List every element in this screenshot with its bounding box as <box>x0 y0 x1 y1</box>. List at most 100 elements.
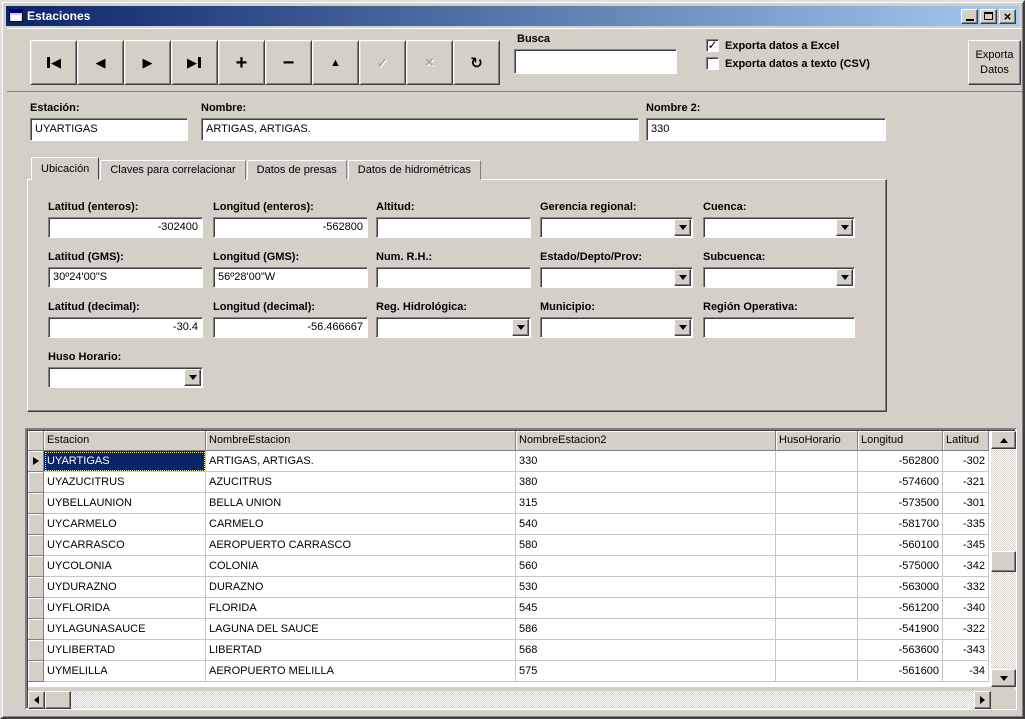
insert-button[interactable]: + <box>218 40 265 85</box>
dropdown-button[interactable] <box>674 269 691 286</box>
cell-nombreestacion[interactable]: DURAZNO <box>206 577 516 598</box>
vertical-scrollbar[interactable] <box>991 431 1016 687</box>
cell-husohorario[interactable] <box>776 577 858 598</box>
row-indicator[interactable] <box>28 598 44 619</box>
cell-longitud[interactable]: -561200 <box>858 598 943 619</box>
checkbox-excel[interactable]: ✓ Exporta datos a Excel <box>706 39 839 52</box>
estacion-input[interactable]: UYARTIGAS <box>30 118 188 141</box>
cell-nombreestacion2[interactable]: 380 <box>516 472 776 493</box>
refresh-button[interactable]: ↻ <box>453 40 500 85</box>
nombre2-input[interactable]: 330 <box>646 118 886 141</box>
minimize-button[interactable] <box>961 9 978 24</box>
dropdown-button[interactable] <box>674 319 691 336</box>
scroll-left-button[interactable] <box>28 691 45 709</box>
cell-nombreestacion[interactable]: AZUCITRUS <box>206 472 516 493</box>
cell-estacion[interactable]: UYFLORIDA <box>44 598 206 619</box>
cell-nombreestacion[interactable]: BELLA UNION <box>206 493 516 514</box>
cell-nombreestacion[interactable]: COLONIA <box>206 556 516 577</box>
cell-nombreestacion2[interactable]: 540 <box>516 514 776 535</box>
cell-husohorario[interactable] <box>776 493 858 514</box>
cell-husohorario[interactable] <box>776 535 858 556</box>
post-button[interactable]: ✓ <box>359 40 406 85</box>
altitud-input[interactable] <box>376 217 531 238</box>
cuenca-select[interactable] <box>703 217 855 238</box>
cell-estacion[interactable]: UYAZUCITRUS <box>44 472 206 493</box>
row-indicator[interactable] <box>28 514 44 535</box>
last-button[interactable]: ▶ <box>171 40 218 85</box>
estado-depto-prov-select[interactable] <box>540 267 693 288</box>
row-indicator[interactable] <box>28 451 44 472</box>
cell-longitud[interactable]: -574600 <box>858 472 943 493</box>
cell-latitud[interactable]: -343 <box>943 640 989 661</box>
cell-nombreestacion[interactable]: LAGUNA DEL SAUCE <box>206 619 516 640</box>
cell-nombreestacion2[interactable]: 580 <box>516 535 776 556</box>
close-button[interactable]: × <box>999 9 1016 24</box>
cell-husohorario[interactable] <box>776 514 858 535</box>
cell-longitud[interactable]: -575000 <box>858 556 943 577</box>
cell-latitud[interactable]: -342 <box>943 556 989 577</box>
cell-longitud[interactable]: -563600 <box>858 640 943 661</box>
cell-estacion[interactable]: UYCOLONIA <box>44 556 206 577</box>
delete-button[interactable]: − <box>265 40 312 85</box>
cell-husohorario[interactable] <box>776 619 858 640</box>
cell-nombreestacion2[interactable]: 586 <box>516 619 776 640</box>
cell-nombreestacion[interactable]: AEROPUERTO MELILLA <box>206 661 516 682</box>
cell-latitud[interactable]: -335 <box>943 514 989 535</box>
tab-claves-para-correlacionar[interactable]: Claves para correlacionar <box>100 160 245 180</box>
cell-husohorario[interactable] <box>776 451 858 472</box>
cell-estacion[interactable]: UYCARRASCO <box>44 535 206 556</box>
cell-husohorario[interactable] <box>776 640 858 661</box>
cell-estacion[interactable]: UYDURAZNO <box>44 577 206 598</box>
table-row[interactable]: UYCARMELOCARMELO540-581700-335 <box>28 514 989 535</box>
cell-latitud[interactable]: -340 <box>943 598 989 619</box>
cell-nombreestacion[interactable]: CARMELO <box>206 514 516 535</box>
cell-latitud[interactable]: -321 <box>943 472 989 493</box>
huso-horario-select[interactable] <box>48 367 203 388</box>
latitud-enteros-input[interactable]: -302400 <box>48 217 203 238</box>
row-indicator[interactable] <box>28 661 44 682</box>
cell-latitud[interactable]: -34 <box>943 661 989 682</box>
latitud-gms-input[interactable]: 30º24'00"S <box>48 267 203 288</box>
row-indicator[interactable] <box>28 472 44 493</box>
gerencia-regional-select[interactable] <box>540 217 693 238</box>
num-rh-input[interactable] <box>376 267 531 288</box>
dropdown-button[interactable] <box>184 369 201 386</box>
title-bar[interactable]: Estaciones × <box>6 6 1019 26</box>
cell-nombreestacion2[interactable]: 330 <box>516 451 776 472</box>
tab-datos-de-hidrom-tricas[interactable]: Datos de hidrométricas <box>348 160 481 180</box>
cell-latitud[interactable]: -322 <box>943 619 989 640</box>
cell-longitud[interactable]: -563000 <box>858 577 943 598</box>
table-row[interactable]: UYCARRASCOAEROPUERTO CARRASCO580 -560100-… <box>28 535 989 556</box>
longitud-decimal-input[interactable]: -56.466667 <box>213 317 368 338</box>
cancel-button[interactable]: × <box>406 40 453 85</box>
cell-nombreestacion2[interactable]: 568 <box>516 640 776 661</box>
cell-nombreestacion2[interactable]: 315 <box>516 493 776 514</box>
table-row[interactable]: UYLIBERTADLIBERTAD568-563600-343 <box>28 640 989 661</box>
cell-latitud[interactable]: -302 <box>943 451 989 472</box>
cell-nombreestacion2[interactable]: 530 <box>516 577 776 598</box>
municipio-select[interactable] <box>540 317 693 338</box>
horizontal-scrollbar[interactable] <box>28 691 991 709</box>
cell-husohorario[interactable] <box>776 598 858 619</box>
table-row[interactable]: UYLAGUNASAUCELAGUNA DEL SAUCE586-541900-… <box>28 619 989 640</box>
cell-latitud[interactable]: -345 <box>943 535 989 556</box>
longitud-enteros-input[interactable]: -562800 <box>213 217 368 238</box>
tab-ubicaci-n[interactable]: Ubicación <box>31 157 99 180</box>
cell-husohorario[interactable] <box>776 661 858 682</box>
cell-estacion[interactable]: UYCARMELO <box>44 514 206 535</box>
reg-hidrologica-select[interactable] <box>376 317 531 338</box>
vertical-scroll-thumb[interactable] <box>991 551 1016 572</box>
cell-longitud[interactable]: -560100 <box>858 535 943 556</box>
checkbox-csv[interactable]: ✓ Exporta datos a texto (CSV) <box>706 57 870 70</box>
dropdown-button[interactable] <box>674 219 691 236</box>
cell-nombreestacion[interactable]: AEROPUERTO CARRASCO <box>206 535 516 556</box>
cell-husohorario[interactable] <box>776 556 858 577</box>
scroll-up-button[interactable] <box>991 431 1016 449</box>
cell-nombreestacion2[interactable]: 575 <box>516 661 776 682</box>
cell-latitud[interactable]: -301 <box>943 493 989 514</box>
cell-nombreestacion[interactable]: LIBERTAD <box>206 640 516 661</box>
horizontal-scroll-thumb[interactable] <box>45 691 71 709</box>
scroll-right-button[interactable] <box>974 691 991 709</box>
table-row[interactable]: UYCOLONIACOLONIA560-575000-342 <box>28 556 989 577</box>
dropdown-button[interactable] <box>836 269 853 286</box>
